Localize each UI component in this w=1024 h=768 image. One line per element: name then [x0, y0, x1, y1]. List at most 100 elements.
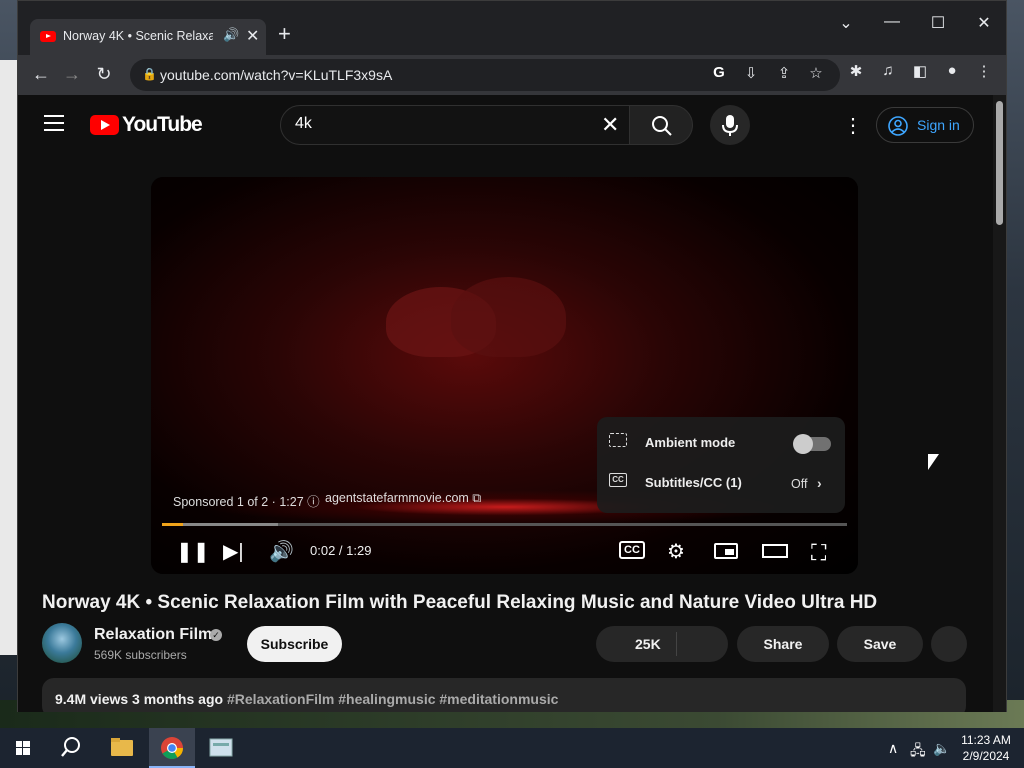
like-dislike-divider — [676, 632, 677, 656]
back-arrow-icon[interactable]: ← — [30, 64, 52, 85]
lock-icon[interactable]: 🔒 — [142, 67, 157, 81]
speaker-icon[interactable]: 🔊 — [223, 27, 239, 43]
taskbar: ∧ 🖧 🔈 11:23 AM 2/9/2024 — [0, 728, 1024, 768]
theater-mode-icon[interactable] — [762, 544, 788, 558]
tab-close-icon[interactable]: ✕ — [246, 26, 259, 46]
app-taskbar-button[interactable] — [198, 728, 244, 768]
bookmark-star-icon[interactable]: ☆ — [805, 64, 827, 82]
verified-check-icon: ✓ — [210, 629, 222, 641]
played-bar — [162, 523, 183, 526]
settings-more-icon[interactable]: ⋮ — [843, 113, 863, 138]
page-scrollbar[interactable] — [993, 95, 1006, 712]
youtube-logo-text: YouTube — [122, 113, 203, 136]
video-player[interactable]: Sponsored 1 of 2 · 1:27 ⓘ agentstatefarm… — [151, 177, 858, 574]
browser-menu-icon[interactable]: ⋮ — [973, 62, 995, 80]
chrome-taskbar-button[interactable] — [149, 728, 195, 768]
volume-icon[interactable]: 🔊 — [269, 539, 294, 564]
chevron-right-icon: › — [816, 475, 822, 491]
extensions-icon[interactable]: ✱ — [845, 62, 867, 80]
new-tab-button[interactable]: + — [278, 23, 291, 45]
sign-in-button[interactable]: Sign in — [876, 107, 974, 143]
sponsored-label: Sponsored 1 of 2 · 1:27 — [173, 495, 304, 509]
youtube-page: YouTube ✕ ⋮ Sign in Sponsored 1 of 2 · 1… — [18, 95, 993, 712]
close-window-button[interactable]: ✕ — [961, 13, 1007, 33]
description-box[interactable]: 9.4M views 3 months ago #RelaxationFilm … — [42, 678, 966, 712]
time-display: 0:02 / 1:29 — [310, 543, 372, 558]
scrollbar-thumb[interactable] — [996, 101, 1003, 225]
next-icon[interactable]: ▶| — [223, 539, 244, 564]
youtube-favicon-icon — [40, 31, 56, 42]
account-circle-icon — [888, 116, 908, 136]
url-text: youtube.com/watch?v=KLuTLF3x9sA — [160, 67, 393, 83]
ad-link-text: agentstatefarmmovie.com — [325, 491, 469, 505]
reload-icon[interactable]: ↻ — [93, 64, 115, 85]
address-bar[interactable]: 🔒 youtube.com/watch?v=KLuTLF3x9sA G ⇩ ⇪ … — [130, 59, 840, 91]
video-title: Norway 4K • Scenic Relaxation Film with … — [42, 592, 878, 613]
like-button[interactable]: 25K — [596, 626, 728, 662]
mouse-cursor-icon — [928, 454, 939, 470]
search-button[interactable] — [629, 105, 693, 145]
ambient-mode-toggle[interactable] — [793, 434, 831, 454]
ambient-mode-icon — [609, 433, 627, 447]
forward-arrow-icon[interactable]: → — [61, 64, 83, 85]
tab-strip: Norway 4K • Scenic Relaxation Film 🔊 ✕ +… — [18, 1, 1006, 55]
search-icon — [652, 116, 672, 136]
ambient-mode-label: Ambient mode — [645, 435, 736, 450]
share-page-icon[interactable]: ⇪ — [773, 64, 795, 82]
browser-toolbar: ← → ↻ 🔒 youtube.com/watch?v=KLuTLF3x9sA … — [18, 55, 1006, 95]
tab-search-button[interactable]: ⌄ — [823, 13, 869, 33]
clear-search-icon[interactable]: ✕ — [601, 112, 619, 138]
folder-icon — [111, 738, 133, 756]
info-icon[interactable]: ⓘ — [307, 495, 320, 509]
progress-bar[interactable] — [162, 523, 847, 526]
cc-icon: CC — [609, 473, 627, 487]
subtitles-row[interactable]: CC Subtitles/CC (1) Off › — [597, 463, 845, 503]
subscriber-count: 569K subscribers — [94, 648, 187, 662]
channel-avatar[interactable] — [42, 623, 82, 663]
sign-in-label: Sign in — [917, 117, 960, 133]
ad-link[interactable]: agentstatefarmmovie.com ⧉ — [325, 491, 481, 506]
channel-name[interactable]: Relaxation Film — [94, 626, 212, 644]
media-control-icon[interactable]: ♫ — [877, 62, 899, 79]
side-panel-icon[interactable]: ◧ — [909, 62, 931, 80]
hamburger-menu-icon[interactable] — [44, 115, 64, 136]
microphone-icon — [722, 115, 738, 136]
more-actions-button[interactable] — [931, 626, 967, 662]
miniplayer-icon[interactable] — [714, 543, 738, 559]
profile-icon[interactable]: ● — [941, 62, 963, 79]
google-lens-icon[interactable]: G — [708, 64, 730, 81]
like-count: 25K — [635, 636, 661, 652]
player-settings-popup: Ambient mode CC Subtitles/CC (1) Off › — [597, 417, 845, 513]
chevron-up-icon[interactable]: ∧ — [888, 740, 898, 757]
clock-date: 2/9/2024 — [962, 749, 1010, 763]
browser-tab[interactable]: Norway 4K • Scenic Relaxation Film 🔊 ✕ — [30, 19, 266, 55]
network-icon[interactable]: 🖧 — [910, 740, 926, 764]
gear-icon[interactable]: ⚙ — [667, 539, 685, 564]
search-taskbar-button[interactable] — [48, 728, 94, 768]
subscribe-button[interactable]: Subscribe — [247, 626, 342, 662]
subtitles-value: Off › — [791, 475, 822, 491]
ambient-mode-row[interactable]: Ambient mode — [597, 423, 845, 463]
background-window-edge — [0, 60, 18, 655]
minimize-button[interactable]: — — [869, 13, 915, 31]
fullscreen-icon[interactable]: ⛶ — [811, 540, 826, 566]
maximize-button[interactable]: ☐ — [915, 13, 961, 33]
tab-title: Norway 4K • Scenic Relaxation Film — [63, 29, 213, 43]
file-explorer-button[interactable] — [99, 728, 145, 768]
sponsored-text: Sponsored 1 of 2 · 1:27 ⓘ — [173, 491, 320, 510]
save-button[interactable]: Save — [837, 626, 923, 662]
views-date: 9.4M views 3 months ago — [55, 691, 224, 707]
youtube-play-logo-icon — [90, 115, 119, 135]
share-button[interactable]: Share — [737, 626, 829, 662]
captions-icon[interactable]: CC — [619, 541, 645, 559]
search-box: ✕ — [280, 105, 630, 145]
external-link-icon: ⧉ — [472, 491, 482, 505]
system-clock[interactable]: 11:23 AM 2/9/2024 — [948, 732, 1024, 764]
pause-icon[interactable]: ❚❚ — [176, 539, 210, 564]
windows-logo-icon — [16, 741, 30, 755]
hashtags[interactable]: #RelaxationFilm #healingmusic #meditatio… — [227, 691, 558, 707]
voice-search-button[interactable] — [710, 105, 750, 145]
start-button[interactable] — [0, 728, 46, 768]
search-input[interactable] — [295, 115, 585, 133]
install-app-icon[interactable]: ⇩ — [740, 64, 762, 82]
